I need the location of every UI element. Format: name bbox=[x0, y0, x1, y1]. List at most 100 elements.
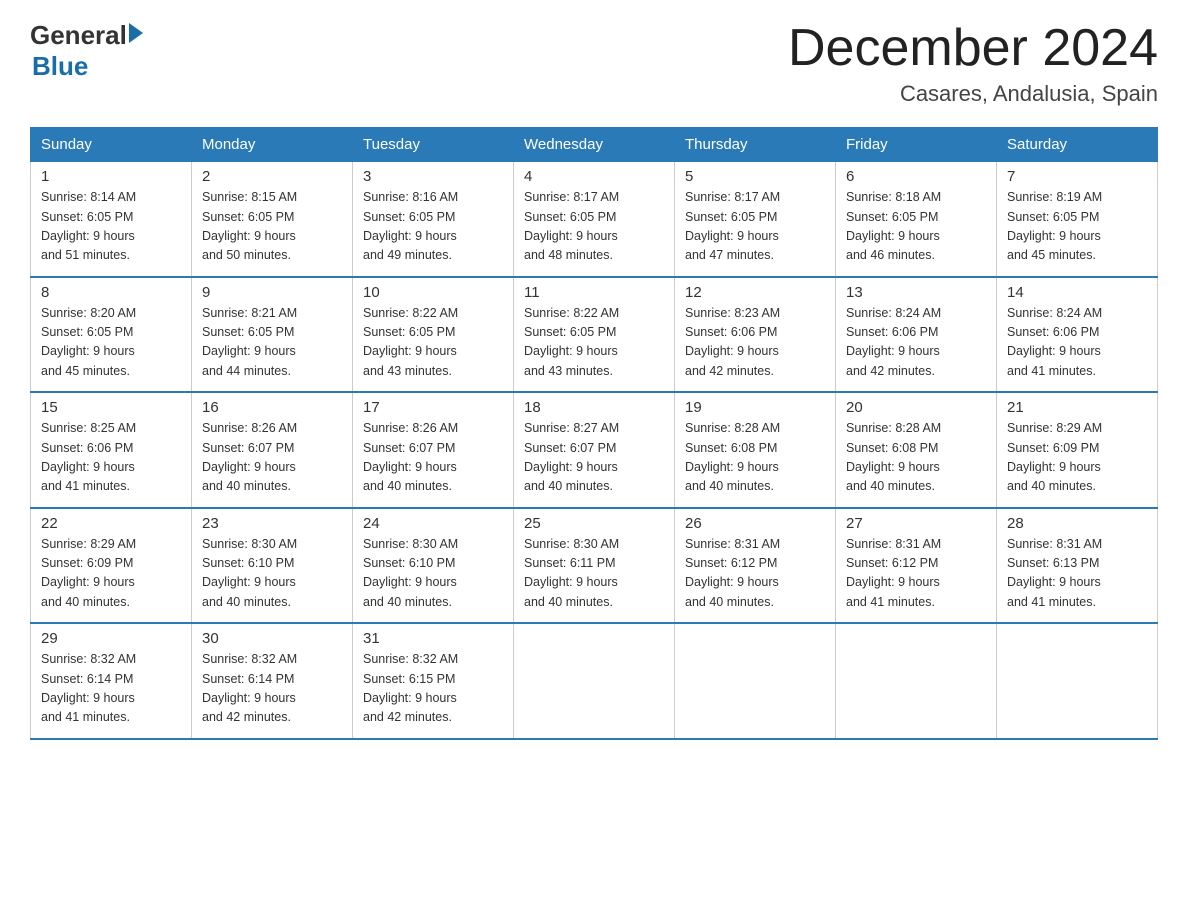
day-number: 11 bbox=[524, 284, 664, 301]
calendar-day-cell: 4 Sunrise: 8:17 AM Sunset: 6:05 PM Dayli… bbox=[514, 162, 675, 277]
day-info: Sunrise: 8:25 AM Sunset: 6:06 PM Dayligh… bbox=[41, 419, 181, 497]
logo: General Blue bbox=[30, 20, 143, 82]
calendar-day-cell: 25 Sunrise: 8:30 AM Sunset: 6:11 PM Dayl… bbox=[514, 508, 675, 624]
day-info: Sunrise: 8:27 AM Sunset: 6:07 PM Dayligh… bbox=[524, 419, 664, 497]
calendar-header: SundayMondayTuesdayWednesdayThursdayFrid… bbox=[31, 128, 1158, 162]
day-info: Sunrise: 8:24 AM Sunset: 6:06 PM Dayligh… bbox=[846, 304, 986, 382]
weekday-header-friday: Friday bbox=[836, 128, 997, 162]
day-info: Sunrise: 8:28 AM Sunset: 6:08 PM Dayligh… bbox=[846, 419, 986, 497]
calendar-week-row: 8 Sunrise: 8:20 AM Sunset: 6:05 PM Dayli… bbox=[31, 277, 1158, 393]
day-info: Sunrise: 8:22 AM Sunset: 6:05 PM Dayligh… bbox=[363, 304, 503, 382]
day-info: Sunrise: 8:18 AM Sunset: 6:05 PM Dayligh… bbox=[846, 188, 986, 266]
day-info: Sunrise: 8:26 AM Sunset: 6:07 PM Dayligh… bbox=[363, 419, 503, 497]
day-info: Sunrise: 8:31 AM Sunset: 6:13 PM Dayligh… bbox=[1007, 535, 1147, 613]
day-number: 20 bbox=[846, 399, 986, 416]
calendar-day-cell: 16 Sunrise: 8:26 AM Sunset: 6:07 PM Dayl… bbox=[192, 392, 353, 508]
calendar-day-cell: 15 Sunrise: 8:25 AM Sunset: 6:06 PM Dayl… bbox=[31, 392, 192, 508]
day-number: 26 bbox=[685, 515, 825, 532]
day-info: Sunrise: 8:31 AM Sunset: 6:12 PM Dayligh… bbox=[685, 535, 825, 613]
day-number: 30 bbox=[202, 630, 342, 647]
day-number: 1 bbox=[41, 168, 181, 185]
day-info: Sunrise: 8:32 AM Sunset: 6:14 PM Dayligh… bbox=[41, 650, 181, 728]
calendar-week-row: 29 Sunrise: 8:32 AM Sunset: 6:14 PM Dayl… bbox=[31, 623, 1158, 739]
day-number: 2 bbox=[202, 168, 342, 185]
day-number: 13 bbox=[846, 284, 986, 301]
day-number: 14 bbox=[1007, 284, 1147, 301]
day-info: Sunrise: 8:21 AM Sunset: 6:05 PM Dayligh… bbox=[202, 304, 342, 382]
day-number: 18 bbox=[524, 399, 664, 416]
weekday-header-saturday: Saturday bbox=[997, 128, 1158, 162]
day-info: Sunrise: 8:32 AM Sunset: 6:14 PM Dayligh… bbox=[202, 650, 342, 728]
day-number: 23 bbox=[202, 515, 342, 532]
calendar-day-cell: 5 Sunrise: 8:17 AM Sunset: 6:05 PM Dayli… bbox=[675, 162, 836, 277]
calendar-day-cell: 6 Sunrise: 8:18 AM Sunset: 6:05 PM Dayli… bbox=[836, 162, 997, 277]
day-info: Sunrise: 8:32 AM Sunset: 6:15 PM Dayligh… bbox=[363, 650, 503, 728]
calendar-day-cell bbox=[675, 623, 836, 739]
day-info: Sunrise: 8:30 AM Sunset: 6:11 PM Dayligh… bbox=[524, 535, 664, 613]
day-info: Sunrise: 8:20 AM Sunset: 6:05 PM Dayligh… bbox=[41, 304, 181, 382]
day-info: Sunrise: 8:23 AM Sunset: 6:06 PM Dayligh… bbox=[685, 304, 825, 382]
day-info: Sunrise: 8:28 AM Sunset: 6:08 PM Dayligh… bbox=[685, 419, 825, 497]
weekday-header-wednesday: Wednesday bbox=[514, 128, 675, 162]
day-info: Sunrise: 8:30 AM Sunset: 6:10 PM Dayligh… bbox=[202, 535, 342, 613]
day-number: 10 bbox=[363, 284, 503, 301]
calendar-day-cell bbox=[514, 623, 675, 739]
calendar-day-cell bbox=[836, 623, 997, 739]
day-number: 28 bbox=[1007, 515, 1147, 532]
day-info: Sunrise: 8:17 AM Sunset: 6:05 PM Dayligh… bbox=[685, 188, 825, 266]
calendar-day-cell: 10 Sunrise: 8:22 AM Sunset: 6:05 PM Dayl… bbox=[353, 277, 514, 393]
day-number: 21 bbox=[1007, 399, 1147, 416]
weekday-header-thursday: Thursday bbox=[675, 128, 836, 162]
calendar-day-cell: 31 Sunrise: 8:32 AM Sunset: 6:15 PM Dayl… bbox=[353, 623, 514, 739]
day-number: 16 bbox=[202, 399, 342, 416]
calendar-day-cell: 9 Sunrise: 8:21 AM Sunset: 6:05 PM Dayli… bbox=[192, 277, 353, 393]
logo-arrow-icon bbox=[129, 23, 143, 43]
calendar-day-cell: 14 Sunrise: 8:24 AM Sunset: 6:06 PM Dayl… bbox=[997, 277, 1158, 393]
calendar-day-cell: 12 Sunrise: 8:23 AM Sunset: 6:06 PM Dayl… bbox=[675, 277, 836, 393]
calendar-body: 1 Sunrise: 8:14 AM Sunset: 6:05 PM Dayli… bbox=[31, 162, 1158, 739]
month-title: December 2024 bbox=[788, 20, 1158, 77]
day-info: Sunrise: 8:31 AM Sunset: 6:12 PM Dayligh… bbox=[846, 535, 986, 613]
calendar-day-cell: 30 Sunrise: 8:32 AM Sunset: 6:14 PM Dayl… bbox=[192, 623, 353, 739]
day-number: 8 bbox=[41, 284, 181, 301]
calendar-day-cell: 13 Sunrise: 8:24 AM Sunset: 6:06 PM Dayl… bbox=[836, 277, 997, 393]
title-block: December 2024 Casares, Andalusia, Spain bbox=[788, 20, 1158, 107]
calendar-day-cell: 19 Sunrise: 8:28 AM Sunset: 6:08 PM Dayl… bbox=[675, 392, 836, 508]
day-info: Sunrise: 8:22 AM Sunset: 6:05 PM Dayligh… bbox=[524, 304, 664, 382]
calendar-day-cell: 29 Sunrise: 8:32 AM Sunset: 6:14 PM Dayl… bbox=[31, 623, 192, 739]
day-info: Sunrise: 8:15 AM Sunset: 6:05 PM Dayligh… bbox=[202, 188, 342, 266]
calendar-day-cell: 18 Sunrise: 8:27 AM Sunset: 6:07 PM Dayl… bbox=[514, 392, 675, 508]
calendar-day-cell: 22 Sunrise: 8:29 AM Sunset: 6:09 PM Dayl… bbox=[31, 508, 192, 624]
calendar-day-cell: 7 Sunrise: 8:19 AM Sunset: 6:05 PM Dayli… bbox=[997, 162, 1158, 277]
calendar-day-cell: 8 Sunrise: 8:20 AM Sunset: 6:05 PM Dayli… bbox=[31, 277, 192, 393]
day-info: Sunrise: 8:26 AM Sunset: 6:07 PM Dayligh… bbox=[202, 419, 342, 497]
weekday-header-row: SundayMondayTuesdayWednesdayThursdayFrid… bbox=[31, 128, 1158, 162]
day-number: 15 bbox=[41, 399, 181, 416]
calendar-week-row: 22 Sunrise: 8:29 AM Sunset: 6:09 PM Dayl… bbox=[31, 508, 1158, 624]
day-number: 12 bbox=[685, 284, 825, 301]
day-number: 5 bbox=[685, 168, 825, 185]
day-info: Sunrise: 8:14 AM Sunset: 6:05 PM Dayligh… bbox=[41, 188, 181, 266]
day-info: Sunrise: 8:16 AM Sunset: 6:05 PM Dayligh… bbox=[363, 188, 503, 266]
calendar-week-row: 15 Sunrise: 8:25 AM Sunset: 6:06 PM Dayl… bbox=[31, 392, 1158, 508]
day-number: 29 bbox=[41, 630, 181, 647]
calendar-table: SundayMondayTuesdayWednesdayThursdayFrid… bbox=[30, 127, 1158, 740]
day-number: 9 bbox=[202, 284, 342, 301]
day-number: 3 bbox=[363, 168, 503, 185]
day-info: Sunrise: 8:29 AM Sunset: 6:09 PM Dayligh… bbox=[41, 535, 181, 613]
day-number: 17 bbox=[363, 399, 503, 416]
calendar-day-cell: 17 Sunrise: 8:26 AM Sunset: 6:07 PM Dayl… bbox=[353, 392, 514, 508]
calendar-day-cell: 24 Sunrise: 8:30 AM Sunset: 6:10 PM Dayl… bbox=[353, 508, 514, 624]
location-subtitle: Casares, Andalusia, Spain bbox=[788, 81, 1158, 107]
day-info: Sunrise: 8:19 AM Sunset: 6:05 PM Dayligh… bbox=[1007, 188, 1147, 266]
day-number: 4 bbox=[524, 168, 664, 185]
day-number: 7 bbox=[1007, 168, 1147, 185]
calendar-day-cell bbox=[997, 623, 1158, 739]
day-info: Sunrise: 8:29 AM Sunset: 6:09 PM Dayligh… bbox=[1007, 419, 1147, 497]
calendar-week-row: 1 Sunrise: 8:14 AM Sunset: 6:05 PM Dayli… bbox=[31, 162, 1158, 277]
calendar-day-cell: 11 Sunrise: 8:22 AM Sunset: 6:05 PM Dayl… bbox=[514, 277, 675, 393]
day-info: Sunrise: 8:17 AM Sunset: 6:05 PM Dayligh… bbox=[524, 188, 664, 266]
weekday-header-tuesday: Tuesday bbox=[353, 128, 514, 162]
calendar-day-cell: 28 Sunrise: 8:31 AM Sunset: 6:13 PM Dayl… bbox=[997, 508, 1158, 624]
calendar-day-cell: 21 Sunrise: 8:29 AM Sunset: 6:09 PM Dayl… bbox=[997, 392, 1158, 508]
